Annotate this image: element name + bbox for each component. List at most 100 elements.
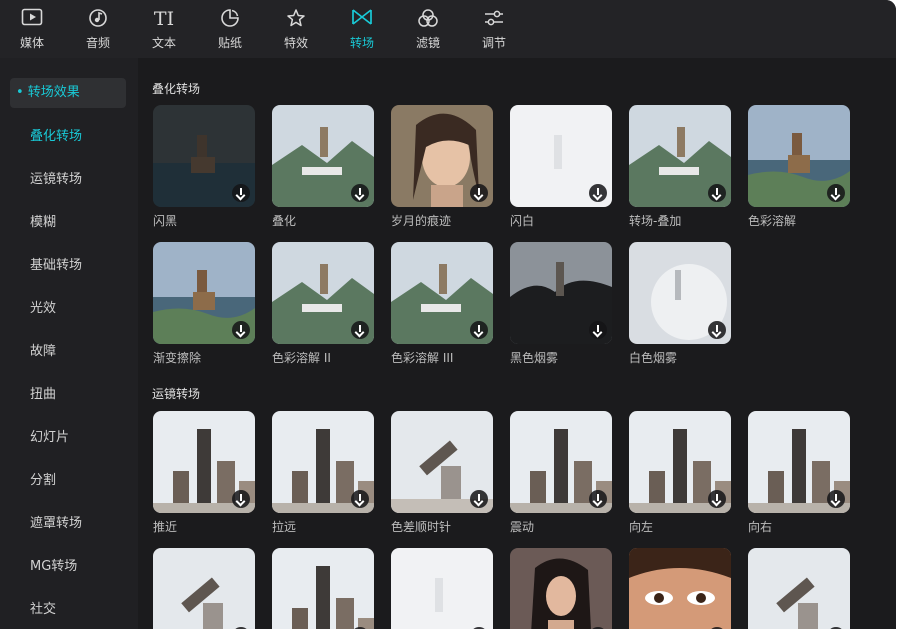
tool-adjust[interactable]: 调节: [464, 6, 524, 56]
sidebar-item-basic[interactable]: 基础转场: [0, 251, 138, 281]
download-icon[interactable]: [470, 321, 488, 339]
transition-card[interactable]: 转场-叠加: [629, 105, 731, 229]
transition-label: 闪白: [510, 214, 535, 228]
tool-audio-label: 音频: [85, 36, 110, 50]
transition-label: 震动: [510, 520, 535, 534]
transition-card[interactable]: [272, 548, 374, 629]
transition-label: 岁月的痕迹: [391, 214, 452, 228]
download-icon[interactable]: [232, 184, 250, 202]
transition-thumbnail: [510, 411, 612, 513]
category-sidebar: • 转场效果 叠化转场 运镜转场 模糊 基础转场 光效 故障 扭曲 幻灯片 分割…: [0, 58, 138, 629]
transition-label: 色彩溶解 III: [391, 351, 454, 365]
transition-card[interactable]: 叠化: [272, 105, 374, 229]
transition-gallery: 叠化转场 运镜转场 闪黑 叠化 岁月的痕迹 闪白 转场-叠加 色彩溶解 渐变擦除 色彩溶解 I…: [138, 58, 896, 629]
transition-thumbnail: [748, 105, 850, 207]
transition-thumbnail: [391, 105, 493, 207]
transition-card[interactable]: 色彩溶解: [748, 105, 850, 229]
section-title-camera: 运镜转场: [152, 387, 201, 401]
sidebar-item-social[interactable]: 社交: [0, 595, 138, 625]
transition-card[interactable]: 震动: [510, 411, 612, 535]
tool-text[interactable]: TI 文本: [134, 6, 194, 56]
transition-card[interactable]: [629, 548, 731, 629]
transition-card[interactable]: 色彩溶解 II: [272, 242, 374, 366]
download-icon[interactable]: [827, 184, 845, 202]
transition-card[interactable]: [510, 548, 612, 629]
transition-thumbnail: [510, 242, 612, 344]
transition-thumbnail: [153, 105, 255, 207]
transition-card[interactable]: 推近: [153, 411, 255, 535]
download-icon[interactable]: [351, 490, 369, 508]
download-icon[interactable]: [232, 321, 250, 339]
tool-transition[interactable]: 转场: [332, 6, 392, 56]
download-icon[interactable]: [708, 490, 726, 508]
transition-card[interactable]: [748, 548, 850, 629]
transition-card[interactable]: 闪白: [510, 105, 612, 229]
transition-label: 渐变擦除: [153, 351, 202, 365]
transition-thumbnail: [272, 242, 374, 344]
transition-thumbnail: [153, 411, 255, 513]
transition-card[interactable]: 向右: [748, 411, 850, 535]
transition-card[interactable]: 拉远: [272, 411, 374, 535]
transition-card[interactable]: 黑色烟雾: [510, 242, 612, 366]
sidebar-item-glitch[interactable]: 故障: [0, 337, 138, 367]
sidebar-item-slideshow[interactable]: 幻灯片: [0, 423, 138, 453]
download-icon[interactable]: [351, 321, 369, 339]
download-icon[interactable]: [589, 321, 607, 339]
tool-effects[interactable]: 特效: [266, 6, 326, 56]
transition-label: 黑色烟雾: [510, 351, 559, 365]
transition-card[interactable]: [153, 548, 255, 629]
sidebar-item-dissolve[interactable]: 叠化转场: [0, 122, 138, 152]
transition-card[interactable]: 岁月的痕迹: [391, 105, 493, 229]
transition-label: 推近: [153, 520, 178, 534]
transition-card[interactable]: 渐变擦除: [153, 242, 255, 366]
transition-thumbnail: [153, 242, 255, 344]
sidebar-item-mask[interactable]: 遮罩转场: [0, 509, 138, 539]
download-icon[interactable]: [708, 184, 726, 202]
sidebar-item-camera[interactable]: 运镜转场: [0, 165, 138, 195]
download-icon[interactable]: [827, 490, 845, 508]
filter-icon: [398, 8, 458, 30]
transition-thumbnail: [153, 548, 255, 629]
tool-adjust-label: 调节: [481, 36, 506, 50]
sliders-icon: [464, 8, 524, 30]
sidebar-item-mg[interactable]: MG转场: [0, 552, 138, 582]
transition-label: 白色烟雾: [629, 351, 678, 365]
download-icon[interactable]: [589, 184, 607, 202]
sidebar-item-blur[interactable]: 模糊: [0, 208, 138, 238]
transition-card[interactable]: 向左: [629, 411, 731, 535]
transition-card[interactable]: 闪黑: [153, 105, 255, 229]
transition-label: 色彩溶解 II: [272, 351, 331, 365]
tool-filter[interactable]: 滤镜: [398, 6, 458, 56]
download-icon[interactable]: [708, 321, 726, 339]
transition-thumbnail: [748, 548, 850, 629]
tool-media[interactable]: 媒体: [2, 6, 62, 56]
transition-thumbnail: [748, 411, 850, 513]
download-icon[interactable]: [589, 490, 607, 508]
transition-label: 转场-叠加: [629, 214, 682, 228]
transition-thumbnail: [391, 548, 493, 629]
transition-card[interactable]: [391, 548, 493, 629]
download-icon[interactable]: [351, 184, 369, 202]
tool-audio[interactable]: 音频: [68, 6, 128, 56]
tool-media-label: 媒体: [19, 36, 44, 50]
download-icon[interactable]: [470, 490, 488, 508]
download-icon[interactable]: [232, 490, 250, 508]
transition-thumbnail: [510, 548, 612, 629]
app-window: 媒体 音频 TI 文本 贴纸 特效 转场 滤镜 调节 • 转场效果 叠化转场 运…: [0, 0, 896, 629]
transition-card[interactable]: 白色烟雾: [629, 242, 731, 366]
transition-card[interactable]: 色彩溶解 III: [391, 242, 493, 366]
transition-thumbnail: [629, 105, 731, 207]
tool-sticker[interactable]: 贴纸: [200, 6, 260, 56]
transition-icon: [332, 8, 392, 30]
transition-card[interactable]: 色差顺时针: [391, 411, 493, 535]
tool-sticker-label: 贴纸: [217, 36, 242, 50]
transition-thumbnail: [629, 411, 731, 513]
sidebar-item-distort[interactable]: 扭曲: [0, 380, 138, 410]
download-icon[interactable]: [470, 184, 488, 202]
transition-thumbnail: [391, 242, 493, 344]
tool-filter-label: 滤镜: [415, 36, 440, 50]
sidebar-item-split[interactable]: 分割: [0, 466, 138, 496]
transition-label: 拉远: [272, 520, 297, 534]
sidebar-item-light[interactable]: 光效: [0, 294, 138, 324]
sidebar-header-transition-effects[interactable]: • 转场效果: [10, 78, 126, 108]
